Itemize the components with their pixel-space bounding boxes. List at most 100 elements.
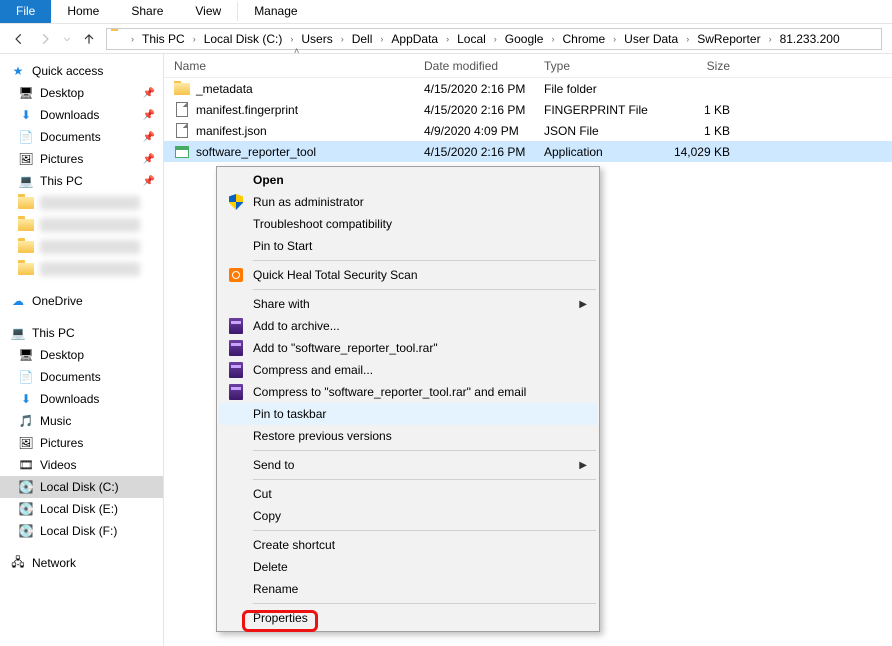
nav-blur-2[interactable] xyxy=(0,214,163,236)
documents-icon: 📄 xyxy=(18,129,34,145)
crumb-2[interactable]: Users xyxy=(297,29,336,49)
navigation-pane: ★ Quick access 🖥Desktop📌 ⬇Downloads📌 📄Do… xyxy=(0,54,164,646)
desktop-icon: 🖥 xyxy=(18,347,34,363)
nav-onedrive[interactable]: ☁OneDrive xyxy=(0,290,163,312)
pin-icon: 📌 xyxy=(143,88,155,99)
tab-share[interactable]: Share xyxy=(115,0,179,23)
ctx-delete[interactable]: Delete xyxy=(219,556,597,578)
pin-icon: 📌 xyxy=(143,110,155,121)
rar-icon xyxy=(227,339,245,357)
nav-blur-4[interactable] xyxy=(0,258,163,280)
file-row-selected[interactable]: software_reporter_tool 4/15/2020 2:16 PM… xyxy=(164,141,892,162)
up-button[interactable] xyxy=(80,30,98,48)
nav-network[interactable]: 🖧Network xyxy=(0,552,163,574)
nav-pc-diskf[interactable]: 💽Local Disk (F:) xyxy=(0,520,163,542)
crumb-0[interactable]: This PC xyxy=(138,29,189,49)
ctx-pin-start[interactable]: Pin to Start xyxy=(219,235,597,257)
nav-documents[interactable]: 📄Documents📌 xyxy=(0,126,163,148)
crumb-3[interactable]: Dell xyxy=(348,29,377,49)
tab-home[interactable]: Home xyxy=(51,0,115,23)
ctx-copy[interactable]: Copy xyxy=(219,505,597,527)
nav-quick-access[interactable]: ★ Quick access xyxy=(0,60,163,82)
nav-desktop[interactable]: 🖥Desktop📌 xyxy=(0,82,163,104)
ribbon-tabs: File Home Share View Manage xyxy=(0,0,892,24)
forward-button[interactable] xyxy=(36,30,54,48)
nav-blur-1[interactable] xyxy=(0,192,163,214)
arrow-right-icon xyxy=(38,32,52,46)
ctx-cut[interactable]: Cut xyxy=(219,483,597,505)
ctx-compress-email[interactable]: Compress and email... xyxy=(219,359,597,381)
desktop-icon: 🖥 xyxy=(18,85,34,101)
crumb-1[interactable]: Local Disk (C:) xyxy=(200,29,287,49)
ctx-add-rar[interactable]: Add to "software_reporter_tool.rar" xyxy=(219,337,597,359)
drive-icon: 💽 xyxy=(18,501,34,517)
sort-asc-icon: ˄ xyxy=(294,46,299,56)
ctx-pin-taskbar[interactable]: Pin to taskbar xyxy=(219,403,597,425)
tab-manage[interactable]: Manage xyxy=(238,0,313,23)
pin-icon: 📌 xyxy=(143,176,155,187)
ctx-compress-rar-email[interactable]: Compress to "software_reporter_tool.rar"… xyxy=(219,381,597,403)
ctx-separator xyxy=(253,603,596,604)
rar-icon xyxy=(227,361,245,379)
crumb-4[interactable]: AppData xyxy=(387,29,442,49)
col-type[interactable]: Type xyxy=(544,59,660,73)
videos-icon: 🎞 xyxy=(18,457,34,473)
music-icon: 🎵 xyxy=(18,413,34,429)
nav-downloads[interactable]: ⬇Downloads📌 xyxy=(0,104,163,126)
nav-pc-music[interactable]: 🎵Music xyxy=(0,410,163,432)
ctx-separator xyxy=(253,289,596,290)
ctx-share-with[interactable]: Share with▶ xyxy=(219,293,597,315)
pictures-icon: 🖼 xyxy=(18,151,34,167)
nav-pc-pictures[interactable]: 🖼Pictures xyxy=(0,432,163,454)
file-icon xyxy=(174,123,190,139)
ctx-rename[interactable]: Rename xyxy=(219,578,597,600)
submenu-arrow-icon: ▶ xyxy=(579,460,587,471)
ctx-qh-scan[interactable]: Quick Heal Total Security Scan xyxy=(219,264,597,286)
tab-view[interactable]: View xyxy=(179,0,237,23)
address-bar[interactable]: › This PC› Local Disk (C:)› Users› Dell›… xyxy=(106,28,882,50)
nav-pc-diske[interactable]: 💽Local Disk (E:) xyxy=(0,498,163,520)
crumb-9[interactable]: SwReporter xyxy=(693,29,764,49)
col-date[interactable]: Date modified xyxy=(424,59,544,73)
col-name[interactable]: Name xyxy=(164,59,424,73)
ctx-create-shortcut[interactable]: Create shortcut xyxy=(219,534,597,556)
back-button[interactable] xyxy=(10,30,28,48)
file-row[interactable]: manifest.json 4/9/2020 4:09 PM JSON File… xyxy=(164,120,892,141)
pin-icon: 📌 xyxy=(143,154,155,165)
ctx-open[interactable]: Open xyxy=(219,169,597,191)
nav-thispc-quick[interactable]: 💻This PC📌 xyxy=(0,170,163,192)
crumb-10[interactable]: 81.233.200 xyxy=(776,29,844,49)
nav-pc-desktop[interactable]: 🖥Desktop xyxy=(0,344,163,366)
ctx-separator xyxy=(253,530,596,531)
star-icon: ★ xyxy=(10,63,26,79)
pc-icon: 💻 xyxy=(18,173,34,189)
pin-icon: 📌 xyxy=(143,132,155,143)
ctx-separator xyxy=(253,479,596,480)
nav-pc-videos[interactable]: 🎞Videos xyxy=(0,454,163,476)
nav-pictures[interactable]: 🖼Pictures📌 xyxy=(0,148,163,170)
file-row[interactable]: manifest.fingerprint 4/15/2020 2:16 PM F… xyxy=(164,99,892,120)
crumb-5[interactable]: Local xyxy=(453,29,490,49)
crumb-7[interactable]: Chrome xyxy=(558,29,609,49)
crumb-6[interactable]: Google xyxy=(501,29,548,49)
nav-pc-diskc[interactable]: 💽Local Disk (C:) xyxy=(0,476,163,498)
file-row[interactable]: _metadata 4/15/2020 2:16 PM File folder xyxy=(164,78,892,99)
ctx-add-archive[interactable]: Add to archive... xyxy=(219,315,597,337)
column-headers: Name Date modified Type Size xyxy=(164,54,892,78)
crumb-sep-icon: › xyxy=(129,34,136,44)
recent-dropdown[interactable] xyxy=(62,30,72,48)
nav-pc-downloads[interactable]: ⬇Downloads xyxy=(0,388,163,410)
ctx-send-to[interactable]: Send to▶ xyxy=(219,454,597,476)
nav-pc-documents[interactable]: 📄Documents xyxy=(0,366,163,388)
nav-thispc[interactable]: 💻This PC xyxy=(0,322,163,344)
tab-file[interactable]: File xyxy=(0,0,51,23)
crumb-8[interactable]: User Data xyxy=(620,29,682,49)
folder-icon xyxy=(111,31,127,47)
pc-icon: 💻 xyxy=(10,325,26,341)
ctx-restore[interactable]: Restore previous versions xyxy=(219,425,597,447)
ctx-troubleshoot[interactable]: Troubleshoot compatibility xyxy=(219,213,597,235)
nav-blur-3[interactable] xyxy=(0,236,163,258)
ctx-properties[interactable]: Properties xyxy=(219,607,597,629)
ctx-run-admin[interactable]: Run as administrator xyxy=(219,191,597,213)
col-size[interactable]: Size xyxy=(660,59,740,73)
